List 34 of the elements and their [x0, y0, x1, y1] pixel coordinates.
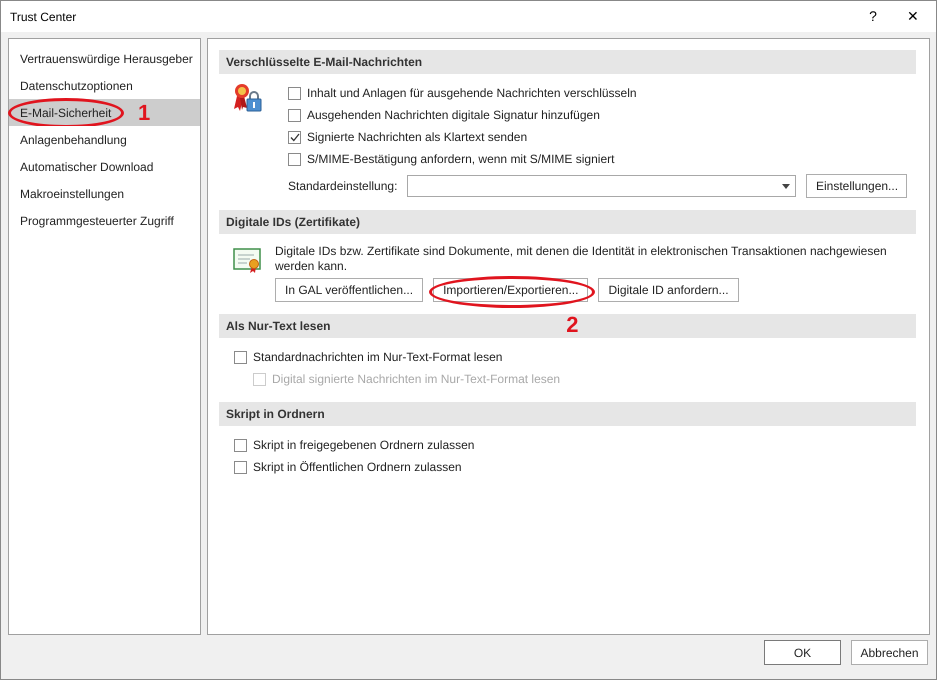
- section-header: Verschlüsselte E-Mail-Nachrichten: [219, 50, 916, 74]
- settings-button[interactable]: Einstellungen...: [806, 174, 907, 198]
- checkbox-label: Digital signierte Nachrichten im Nur-Text-Format lesen: [272, 371, 560, 388]
- checkbox[interactable]: [288, 86, 301, 100]
- checkbox-label: Signierte Nachrichten als Klartext senden: [307, 129, 528, 146]
- checkbox-label: Skript in Öffentlichen Ordnern zulassen: [253, 459, 462, 476]
- checkbox[interactable]: [288, 130, 301, 144]
- checkbox[interactable]: [234, 460, 247, 474]
- window-title: Trust Center: [10, 8, 76, 26]
- checkbox-label: Standardnachrichten im Nur-Text-Format lesen: [253, 349, 502, 366]
- callout-number: 1: [138, 102, 150, 124]
- checkbox[interactable]: [234, 350, 247, 364]
- dropdown-field[interactable]: [407, 175, 796, 197]
- checkbox-label: Skript in freigegebenen Ordnern zulassen: [253, 437, 474, 454]
- callout-number: 2: [566, 314, 578, 336]
- ribbon-lock-icon: [232, 83, 264, 113]
- action-button[interactable]: In GAL veröffentlichen...: [275, 278, 424, 302]
- action-button[interactable]: Digitale ID anfordern...: [598, 278, 739, 302]
- help-button[interactable]: ?: [856, 2, 890, 32]
- checkbox[interactable]: [288, 108, 301, 122]
- field-label: Standardeinstellung:: [288, 178, 398, 195]
- cancel-button[interactable]: Abbrechen: [851, 640, 928, 665]
- checkbox-label: S/MIME-Bestätigung anfordern, wenn mit S/MIME signiert: [307, 151, 614, 168]
- action-button[interactable]: Importieren/Exportieren...: [433, 278, 588, 302]
- caret-icon: [782, 184, 790, 188]
- checkbox-label: Ausgehenden Nachrichten digitale Signatur hinzufügen: [307, 107, 600, 124]
- checkbox[interactable]: [288, 152, 301, 166]
- section-header: Digitale IDs (Zertifikate): [219, 210, 916, 234]
- ok-button[interactable]: OK: [764, 640, 841, 665]
- description-text: Digitale IDs bzw. Zertifikate sind Dokumente, mit denen die Identität in elektronischen Transaktionen nachgewiesen werden kann.: [275, 244, 888, 274]
- checkbox[interactable]: [234, 438, 247, 452]
- checkbox-label: Inhalt und Anlagen für ausgehende Nachrichten verschlüsseln: [307, 85, 637, 102]
- section-header: Skript in Ordnern: [219, 402, 916, 426]
- close-button[interactable]: ✕: [890, 2, 936, 32]
